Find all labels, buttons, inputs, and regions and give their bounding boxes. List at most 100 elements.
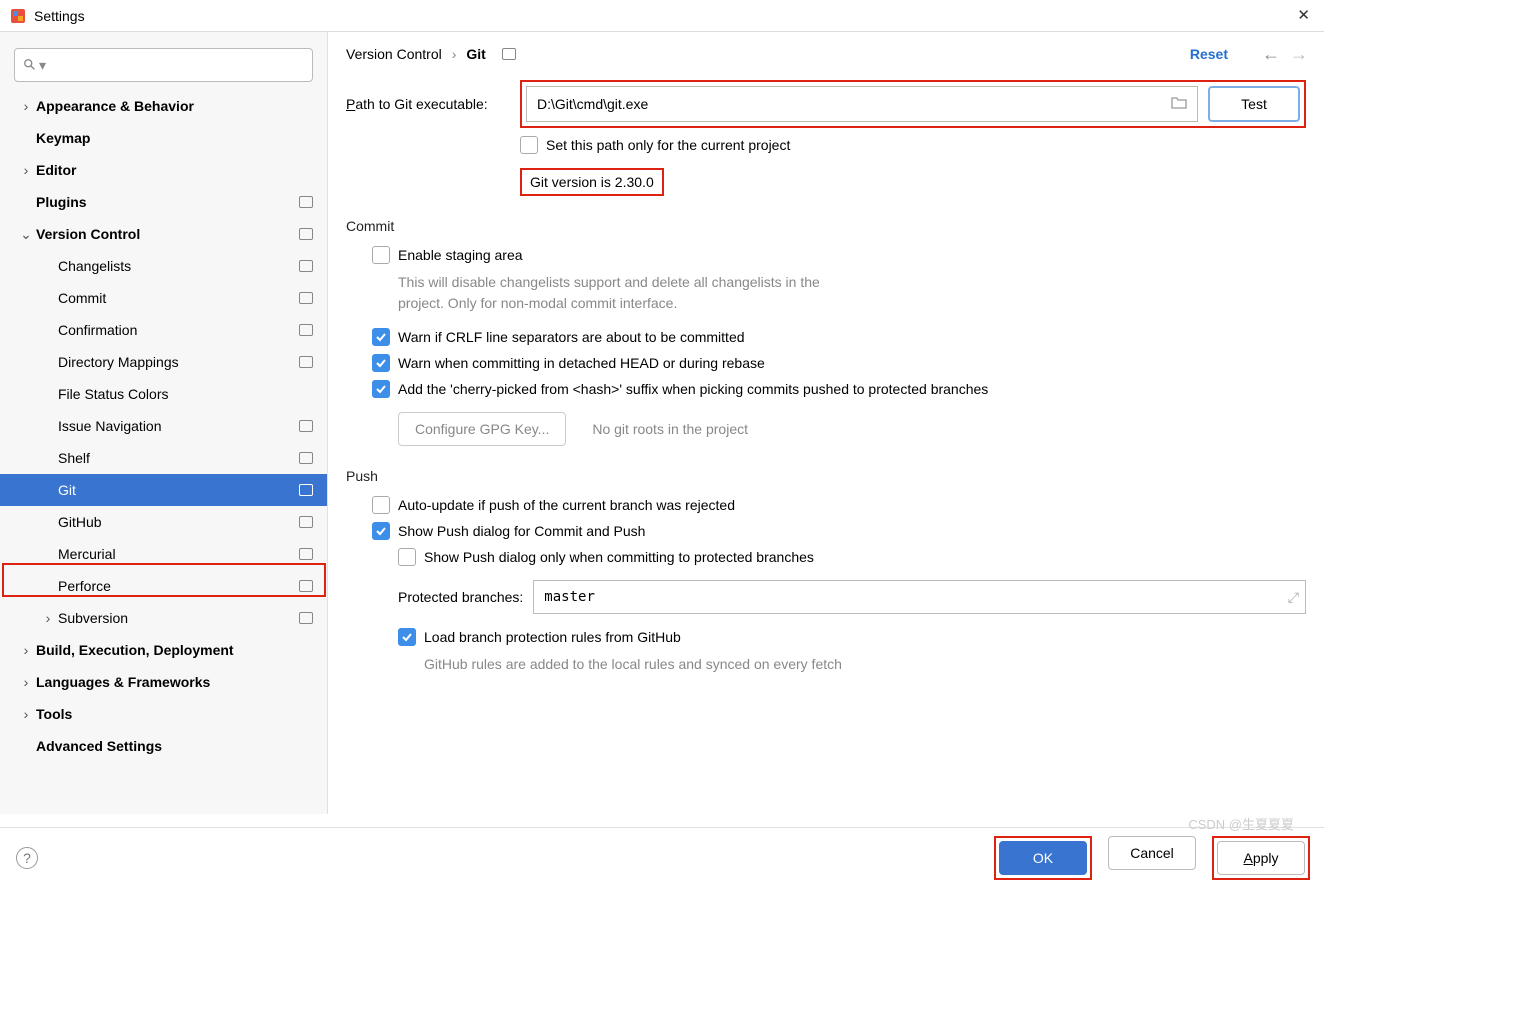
- protected-branches-input[interactable]: master ⤢: [533, 580, 1306, 614]
- main-panel: Version Control › Git Reset ← → Path to …: [328, 32, 1324, 814]
- git-path-input[interactable]: [537, 96, 1171, 112]
- browse-folder-icon[interactable]: [1171, 96, 1187, 113]
- test-button[interactable]: Test: [1208, 86, 1300, 122]
- sidebar-item-changelists[interactable]: Changelists: [0, 250, 327, 282]
- sidebar-item-label: Shelf: [58, 450, 293, 466]
- project-badge-icon: [299, 548, 313, 560]
- sidebar-item-label: Subversion: [58, 610, 293, 626]
- help-icon[interactable]: ?: [16, 847, 38, 869]
- highlight-version: Git version is 2.30.0: [520, 168, 664, 196]
- protected-branches-value: master: [544, 589, 595, 605]
- ok-button[interactable]: OK: [999, 841, 1087, 875]
- project-badge-icon: [299, 580, 313, 592]
- forward-icon[interactable]: →: [1290, 44, 1308, 65]
- sidebar-item-build-execution-deployment[interactable]: ›Build, Execution, Deployment: [0, 634, 327, 666]
- sidebar-item-languages-frameworks[interactable]: ›Languages & Frameworks: [0, 666, 327, 698]
- auto-update-label: Auto-update if push of the current branc…: [398, 497, 735, 513]
- sidebar-item-label: Editor: [36, 162, 313, 178]
- sidebar-item-file-status-colors[interactable]: File Status Colors: [0, 378, 327, 410]
- chevron-down-icon: ⌄: [20, 226, 32, 243]
- chevron-right-icon: ›: [20, 162, 32, 178]
- sidebar-item-label: Directory Mappings: [58, 354, 293, 370]
- sidebar-item-appearance-behavior[interactable]: ›Appearance & Behavior: [0, 90, 327, 122]
- sidebar-item-label: Version Control: [36, 226, 293, 242]
- sidebar-item-label: Plugins: [36, 194, 293, 210]
- auto-update-checkbox[interactable]: [372, 496, 390, 514]
- project-badge-icon: [299, 196, 313, 208]
- project-badge-icon: [299, 420, 313, 432]
- sidebar-item-tools[interactable]: ›Tools: [0, 698, 327, 730]
- search-input[interactable]: ▾: [14, 48, 313, 82]
- chevron-right-icon: ›: [20, 642, 32, 658]
- no-git-roots-text: No git roots in the project: [592, 421, 748, 437]
- sidebar-item-editor[interactable]: ›Editor: [0, 154, 327, 186]
- project-badge-icon: [299, 356, 313, 368]
- show-push-label: Show Push dialog for Commit and Push: [398, 523, 645, 539]
- sidebar-item-perforce[interactable]: Perforce: [0, 570, 327, 602]
- highlight-path: Test: [520, 80, 1306, 128]
- cherry-pick-checkbox[interactable]: [372, 380, 390, 398]
- settings-tree: ›Appearance & BehaviorKeymap›EditorPlugi…: [0, 90, 327, 762]
- project-badge-icon: [502, 48, 516, 60]
- sidebar-item-label: Tools: [36, 706, 313, 722]
- expand-icon[interactable]: ⤢: [1288, 589, 1299, 606]
- footer: ? OK Cancel Apply: [0, 827, 1324, 887]
- sidebar-item-label: Commit: [58, 290, 293, 306]
- enable-staging-hint: This will disable changelists support an…: [398, 272, 868, 314]
- push-section-header: Push: [346, 468, 1306, 484]
- warn-detached-label: Warn when committing in detached HEAD or…: [398, 355, 765, 371]
- project-badge-icon: [299, 516, 313, 528]
- breadcrumb-root[interactable]: Version Control: [346, 46, 442, 62]
- sidebar-item-label: Keymap: [36, 130, 313, 146]
- highlight-ok: OK: [994, 836, 1092, 880]
- project-badge-icon: [299, 452, 313, 464]
- sidebar-item-label: Languages & Frameworks: [36, 674, 313, 690]
- reset-link[interactable]: Reset: [1190, 46, 1228, 62]
- project-badge-icon: [299, 484, 313, 496]
- sidebar-item-label: Build, Execution, Deployment: [36, 642, 313, 658]
- enable-staging-label: Enable staging area: [398, 247, 523, 263]
- sidebar-item-issue-navigation[interactable]: Issue Navigation: [0, 410, 327, 442]
- breadcrumb: Version Control › Git: [346, 46, 1306, 62]
- chevron-right-icon: ›: [20, 706, 32, 722]
- chevron-down-icon: ▾: [39, 57, 46, 74]
- set-path-project-checkbox[interactable]: [520, 136, 538, 154]
- sidebar-item-shelf[interactable]: Shelf: [0, 442, 327, 474]
- close-icon[interactable]: ✕: [1297, 6, 1310, 24]
- sidebar-item-subversion[interactable]: ›Subversion: [0, 602, 327, 634]
- sidebar-item-advanced-settings[interactable]: Advanced Settings: [0, 730, 327, 762]
- show-push-protected-label: Show Push dialog only when committing to…: [424, 549, 814, 565]
- sidebar-item-directory-mappings[interactable]: Directory Mappings: [0, 346, 327, 378]
- sidebar-item-label: Changelists: [58, 258, 293, 274]
- titlebar: Settings ✕: [0, 0, 1324, 32]
- sidebar-item-version-control[interactable]: ⌄Version Control: [0, 218, 327, 250]
- sidebar-item-label: File Status Colors: [58, 386, 313, 402]
- sidebar-item-keymap[interactable]: Keymap: [0, 122, 327, 154]
- back-icon[interactable]: ←: [1262, 44, 1280, 65]
- load-rules-label: Load branch protection rules from GitHub: [424, 629, 681, 645]
- cherry-pick-label: Add the 'cherry-picked from <hash>' suff…: [398, 381, 988, 397]
- app-logo-icon: [10, 8, 26, 24]
- warn-crlf-checkbox[interactable]: [372, 328, 390, 346]
- sidebar: ▾ ›Appearance & BehaviorKeymap›EditorPlu…: [0, 32, 328, 814]
- show-push-checkbox[interactable]: [372, 522, 390, 540]
- chevron-right-icon: ›: [452, 46, 457, 62]
- project-badge-icon: [299, 260, 313, 272]
- load-rules-checkbox[interactable]: [398, 628, 416, 646]
- sidebar-item-label: Appearance & Behavior: [36, 98, 313, 114]
- git-version-text: Git version is 2.30.0: [530, 174, 654, 190]
- search-icon: [23, 58, 37, 72]
- sidebar-item-mercurial[interactable]: Mercurial: [0, 538, 327, 570]
- cancel-button[interactable]: Cancel: [1108, 836, 1196, 870]
- warn-crlf-label: Warn if CRLF line separators are about t…: [398, 329, 745, 345]
- sidebar-item-confirmation[interactable]: Confirmation: [0, 314, 327, 346]
- sidebar-item-git[interactable]: Git: [0, 474, 327, 506]
- sidebar-item-commit[interactable]: Commit: [0, 282, 327, 314]
- apply-button[interactable]: Apply: [1217, 841, 1305, 875]
- enable-staging-checkbox[interactable]: [372, 246, 390, 264]
- sidebar-item-plugins[interactable]: Plugins: [0, 186, 327, 218]
- warn-detached-checkbox[interactable]: [372, 354, 390, 372]
- configure-gpg-button[interactable]: Configure GPG Key...: [398, 412, 566, 446]
- show-push-protected-checkbox[interactable]: [398, 548, 416, 566]
- sidebar-item-github[interactable]: GitHub: [0, 506, 327, 538]
